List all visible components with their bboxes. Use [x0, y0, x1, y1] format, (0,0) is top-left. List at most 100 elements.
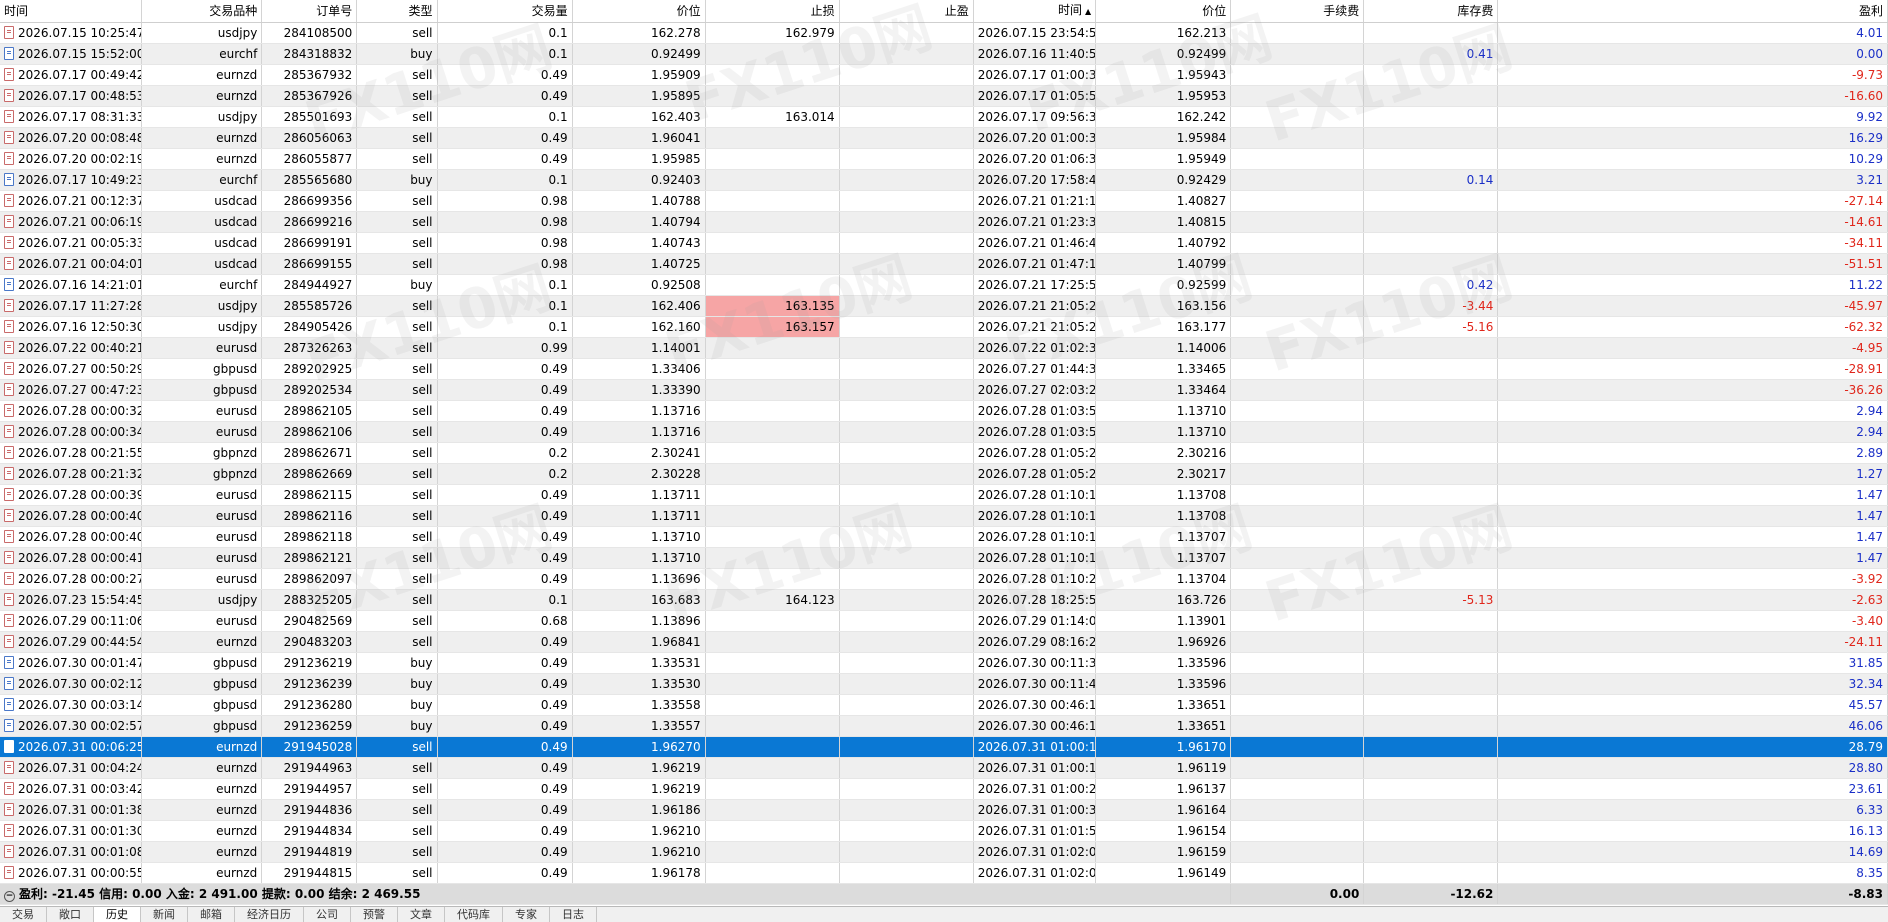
col-profit[interactable]: 盈利 [1497, 0, 1888, 23]
table-row[interactable]: 2026.07.31 00:01:38 eurnzd 291944836 sell 0.… [0, 799, 1888, 821]
tab-2[interactable]: 历史 [94, 907, 141, 922]
table-row[interactable]: 2026.07.17 11:27:28 usdjpy 285585726 sell 0.… [0, 295, 1888, 317]
tab-0[interactable]: 交易 [0, 907, 47, 922]
table-row[interactable]: 2026.07.28 00:00:39 eurusd 289862115 sell 0.… [0, 484, 1888, 506]
table-row[interactable]: 2026.07.31 00:00:55 eurnzd 291944815 sell 0.… [0, 862, 1888, 884]
tab-1[interactable]: 敞口 [47, 907, 94, 922]
table-row[interactable]: 2026.07.30 00:02:12 gbpusd 291236239 buy 0.4… [0, 673, 1888, 695]
cell-symbol: gbpusd [141, 673, 263, 695]
tab-4[interactable]: 邮箱 [188, 907, 235, 922]
table-row[interactable]: 2026.07.16 12:50:30 usdjpy 284905426 sell 0.… [0, 316, 1888, 338]
table-row[interactable]: 2026.07.15 15:52:00 eurchf 284318832 buy 0.1… [0, 43, 1888, 65]
tab-5[interactable]: 经济日历 [235, 907, 304, 922]
cell-take-profit [839, 232, 974, 254]
table-row[interactable]: 2026.07.17 00:48:53 eurnzd 285367926 sell 0.… [0, 85, 1888, 107]
cell-open-price: 1.95909 [572, 64, 706, 86]
table-row[interactable]: 2026.07.20 00:08:48 eurnzd 286056063 sell 0.… [0, 127, 1888, 149]
col-commission[interactable]: 手续费 [1230, 0, 1365, 23]
cell-symbol: eurnzd [141, 736, 263, 758]
table-row[interactable]: 2026.07.28 00:21:32 gbpnzd 289862669 sell 0.… [0, 463, 1888, 485]
cell-take-profit [839, 505, 974, 527]
table-row[interactable]: 2026.07.31 00:03:42 eurnzd 291944957 sell 0.… [0, 778, 1888, 800]
tab-8[interactable]: 文章 [398, 907, 445, 922]
table-row[interactable]: 2026.07.20 00:02:19 eurnzd 286055877 sell 0.… [0, 148, 1888, 170]
col-volume[interactable]: 交易量 [437, 0, 573, 23]
cell-close-price: 0.92599 [1095, 274, 1232, 296]
tab-9[interactable]: 代码库 [445, 907, 503, 922]
table-row[interactable]: 2026.07.31 00:04:24 eurnzd 291944963 sell 0.… [0, 757, 1888, 779]
cell-stop-loss [705, 442, 840, 464]
cell-order: 284108500 [261, 22, 358, 44]
table-row[interactable]: 2026.07.30 00:03:14 gbpusd 291236280 buy 0.4… [0, 694, 1888, 716]
table-row[interactable]: 2026.07.17 00:49:42 eurnzd 285367932 sell 0.… [0, 64, 1888, 86]
tab-10[interactable]: 专家 [503, 907, 550, 922]
sell-deal-icon [4, 782, 14, 795]
cell-commission [1230, 442, 1365, 464]
cell-symbol: eurnzd [141, 64, 263, 86]
col-close-time[interactable]: 时间 ▲ [973, 0, 1097, 23]
cell-profit: 31.85 [1497, 652, 1888, 674]
col-open-price[interactable]: 价位 [572, 0, 706, 23]
table-row[interactable]: 2026.07.28 00:00:41 eurusd 289862121 sell 0.… [0, 547, 1888, 569]
col-type[interactable]: 类型 [356, 0, 438, 23]
collapse-minus-icon[interactable]: − [4, 891, 15, 902]
table-row[interactable]: 2026.07.27 00:47:23 gbpusd 289202534 sell 0.… [0, 379, 1888, 401]
table-row[interactable]: 2026.07.22 00:40:21 eurusd 287326263 sell 0.… [0, 337, 1888, 359]
table-row[interactable]: 2026.07.28 00:00:27 eurusd 289862097 sell 0.… [0, 568, 1888, 590]
cell-profit: 28.80 [1497, 757, 1888, 779]
cell-type: sell [356, 505, 438, 527]
table-row[interactable]: 2026.07.21 00:12:37 usdcad 286699356 sell 0.… [0, 190, 1888, 212]
cell-stop-loss [705, 862, 840, 884]
cell-volume: 0.49 [437, 379, 573, 401]
cell-swap [1363, 211, 1499, 233]
table-row[interactable]: 2026.07.15 10:25:47 usdjpy 284108500 sell 0.… [0, 22, 1888, 44]
table-row[interactable]: 2026.07.23 15:54:45 usdjpy 288325205 sell 0.… [0, 589, 1888, 611]
cell-profit: 2.89 [1497, 442, 1888, 464]
cell-symbol: eurusd [141, 547, 263, 569]
col-stop-loss[interactable]: 止损 [705, 0, 840, 23]
table-row[interactable]: 2026.07.31 00:06:25 eurnzd 291945028 sell 0.… [0, 736, 1888, 758]
table-row[interactable]: 2026.07.17 08:31:33 usdjpy 285501693 sell 0.… [0, 106, 1888, 128]
table-row[interactable]: 2026.07.27 00:50:29 gbpusd 289202925 sell 0.… [0, 358, 1888, 380]
cell-volume: 0.49 [437, 547, 573, 569]
sell-deal-icon [4, 89, 14, 102]
cell-open-time: 2026.07.30 00:02:57 [0, 715, 142, 737]
table-row[interactable]: 2026.07.16 14:21:01 eurchf 284944927 buy 0.1… [0, 274, 1888, 296]
cell-symbol: usdcad [141, 211, 263, 233]
table-row[interactable]: 2026.07.28 00:00:40 eurusd 289862118 sell 0.… [0, 526, 1888, 548]
table-row[interactable]: 2026.07.21 00:05:33 usdcad 286699191 sell 0.… [0, 232, 1888, 254]
col-take-profit[interactable]: 止盈 [839, 0, 974, 23]
cell-volume: 0.1 [437, 169, 573, 191]
cell-stop-loss [705, 85, 840, 107]
tab-11[interactable]: 日志 [550, 907, 597, 922]
col-order[interactable]: 订单号 [261, 0, 358, 23]
table-row[interactable]: 2026.07.17 10:49:23 eurchf 285565680 buy 0.1… [0, 169, 1888, 191]
tab-6[interactable]: 公司 [304, 907, 351, 922]
cell-volume: 0.49 [437, 799, 573, 821]
table-row[interactable]: 2026.07.28 00:00:32 eurusd 289862105 sell 0.… [0, 400, 1888, 422]
cell-close-time: 2026.07.21 01:23:34 [973, 211, 1097, 233]
table-row[interactable]: 2026.07.28 00:00:34 eurusd 289862106 sell 0.… [0, 421, 1888, 443]
col-open-time[interactable]: 时间 [0, 0, 142, 23]
table-row[interactable]: 2026.07.30 00:02:57 gbpusd 291236259 buy 0.4… [0, 715, 1888, 737]
cell-take-profit [839, 463, 974, 485]
tab-3[interactable]: 新闻 [141, 907, 188, 922]
cell-open-price: 1.13896 [572, 610, 706, 632]
table-row[interactable]: 2026.07.31 00:01:30 eurnzd 291944834 sell 0.… [0, 820, 1888, 842]
table-row[interactable]: 2026.07.28 00:00:40 eurusd 289862116 sell 0.… [0, 505, 1888, 527]
table-row[interactable]: 2026.07.29 00:44:54 eurnzd 290483203 sell 0.… [0, 631, 1888, 653]
table-row[interactable]: 2026.07.29 00:11:06 eurusd 290482569 sell 0.… [0, 610, 1888, 632]
cell-stop-loss [705, 715, 840, 737]
col-symbol[interactable]: 交易品种 [141, 0, 263, 23]
cell-commission [1230, 316, 1365, 338]
tab-7[interactable]: 预警 [351, 907, 398, 922]
cell-close-time: 2026.07.17 09:56:33 [973, 106, 1097, 128]
col-close-price[interactable]: 价位 [1095, 0, 1232, 23]
table-row[interactable]: 2026.07.31 00:01:08 eurnzd 291944819 sell 0.… [0, 841, 1888, 863]
table-row[interactable]: 2026.07.21 00:06:19 usdcad 286699216 sell 0.… [0, 211, 1888, 233]
table-row[interactable]: 2026.07.30 00:01:47 gbpusd 291236219 buy 0.4… [0, 652, 1888, 674]
table-row[interactable]: 2026.07.21 00:04:01 usdcad 286699155 sell 0.… [0, 253, 1888, 275]
table-row[interactable]: 2026.07.28 00:21:55 gbpnzd 289862671 sell 0.… [0, 442, 1888, 464]
col-swap[interactable]: 库存费 [1363, 0, 1499, 23]
cell-commission [1230, 127, 1365, 149]
